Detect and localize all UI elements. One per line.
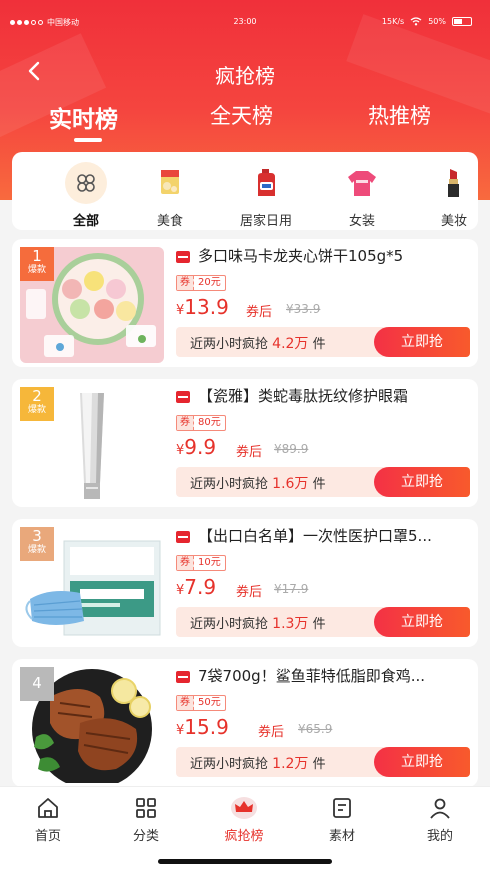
sales-text: 近两小时疯抢 1.6万 件: [190, 476, 326, 492]
tmall-icon: [176, 391, 190, 403]
bottom-nav-label: 素材: [328, 829, 355, 844]
coupon-badge: 券 10元: [176, 555, 226, 571]
product-title[interactable]: 7袋700g！鲨鱼菲特低脂即食鸡...: [198, 665, 468, 686]
sales-bar: 近两小时疯抢 1.3万 件 立即抢: [176, 607, 470, 637]
buy-now-button[interactable]: 立即抢: [374, 327, 470, 357]
battery-icon: [452, 17, 472, 26]
category-label: 居家日用: [239, 214, 292, 229]
category-food[interactable]: 美食: [140, 162, 200, 229]
bottom-nav-label: 分类: [132, 829, 159, 844]
rank-badge: 4: [20, 667, 54, 701]
price: ¥13.9: [176, 295, 229, 319]
bottom-nav: 首页 分类 疯抢榜 素材 我的: [0, 786, 490, 876]
category-beauty[interactable]: 美妆: [424, 162, 484, 229]
original-price: ¥89.9: [274, 442, 309, 456]
lipstick-icon: [433, 162, 475, 204]
category-all[interactable]: 全部: [56, 162, 116, 229]
rank-tabs: 实时榜 全天榜 热推榜: [0, 100, 490, 144]
after-coupon-label: 券后: [258, 725, 285, 740]
wifi-icon: [410, 17, 422, 26]
bottom-nav-label: 首页: [34, 829, 61, 844]
category-women-clothing[interactable]: 女装: [332, 162, 392, 229]
nav-bar: 疯抢榜: [0, 52, 490, 92]
coupon-badge: 券 20元: [176, 275, 226, 291]
category-bar: 全部 美食 居家日用 女装 美妆: [12, 152, 478, 230]
tmall-icon: [176, 251, 190, 263]
home-indicator: [158, 859, 332, 864]
product-card[interactable]: 2 爆款 【瓷雅】类蛇毒肽抚纹修护眼霜 券 80元 ¥9.9 券后 ¥89.9 近…: [12, 379, 478, 507]
after-coupon-label: 券后: [246, 305, 273, 320]
sweater-icon: [341, 162, 383, 204]
rank-badge: 1 爆款: [20, 247, 54, 281]
network-speed: 15K/s: [381, 17, 405, 26]
original-price: ¥17.9: [274, 582, 309, 596]
price: ¥15.9: [176, 715, 229, 739]
bottom-nav-rush[interactable]: 疯抢榜: [214, 795, 274, 844]
price: ¥7.9: [176, 575, 217, 599]
sales-bar: 近两小时疯抢 1.2万 件 立即抢: [176, 747, 470, 777]
product-title[interactable]: 【出口白名单】一次性医护口罩5...: [198, 525, 468, 546]
buy-now-button[interactable]: 立即抢: [374, 607, 470, 637]
product-title[interactable]: 【瓷雅】类蛇毒肽抚纹修护眼霜: [198, 385, 468, 406]
category-label: 美妆: [440, 214, 467, 229]
after-coupon-label: 券后: [236, 445, 263, 460]
tab-all-day[interactable]: 全天榜: [210, 100, 273, 130]
sales-text: 近两小时疯抢 4.2万 件: [190, 336, 326, 352]
grid-icon: [132, 795, 160, 821]
original-price: ¥65.9: [298, 722, 333, 736]
tmall-icon: [176, 531, 190, 543]
user-icon: [426, 795, 454, 821]
product-card[interactable]: 3 爆款 【出口白名单】一次性医护口罩5... 券 10元 ¥7.9 券后 ¥17…: [12, 519, 478, 647]
material-icon: [328, 795, 356, 821]
bottom-nav-category[interactable]: 分类: [116, 795, 176, 844]
bottom-nav-mine[interactable]: 我的: [410, 795, 470, 844]
tab-realtime[interactable]: 实时榜: [49, 100, 118, 134]
product-card[interactable]: 4 7袋700g！鲨鱼菲特低脂即食鸡... 券 50元 ¥15.9 券后 ¥65.…: [12, 659, 478, 787]
page-title: 疯抢榜: [215, 64, 275, 88]
snack-icon: [149, 162, 191, 204]
category-label: 美食: [156, 214, 183, 229]
sales-bar: 近两小时疯抢 4.2万 件 立即抢: [176, 327, 470, 357]
sales-text: 近两小时疯抢 1.3万 件: [190, 616, 326, 632]
battery-percent: 50%: [428, 17, 446, 26]
bottom-nav-label: 疯抢榜: [224, 829, 264, 844]
coupon-badge: 券 50元: [176, 695, 226, 711]
tab-hot-push[interactable]: 热推榜: [368, 100, 431, 130]
sales-bar: 近两小时疯抢 1.6万 件 立即抢: [176, 467, 470, 497]
tmall-icon: [176, 671, 190, 683]
price: ¥9.9: [176, 435, 217, 459]
rank-badge: 3 爆款: [20, 527, 54, 561]
clover-icon: [65, 162, 107, 204]
buy-now-button[interactable]: 立即抢: [374, 467, 470, 497]
detergent-bottle-icon: [245, 162, 287, 204]
product-title[interactable]: 多口味马卡龙夹心饼干105g*5: [198, 245, 468, 266]
tab-indicator: [74, 138, 102, 142]
coupon-badge: 券 80元: [176, 415, 226, 431]
category-label: 全部: [72, 214, 99, 229]
after-coupon-label: 券后: [236, 585, 263, 600]
status-bar: 中国移动 23:00 15K/s 50%: [0, 0, 490, 44]
category-label: 女装: [348, 214, 375, 229]
product-card[interactable]: 1 爆款 多口味马卡龙夹心饼干105g*5 券 20元 ¥13.9 券后 ¥33.…: [12, 239, 478, 367]
buy-now-button[interactable]: 立即抢: [374, 747, 470, 777]
sales-text: 近两小时疯抢 1.2万 件: [190, 756, 326, 772]
bottom-nav-home[interactable]: 首页: [18, 795, 78, 844]
home-icon: [34, 795, 62, 821]
bottom-nav-label: 我的: [426, 829, 453, 844]
rank-badge: 2 爆款: [20, 387, 54, 421]
category-household[interactable]: 居家日用: [236, 162, 296, 229]
crown-icon: [230, 795, 258, 821]
bottom-nav-material[interactable]: 素材: [312, 795, 372, 844]
original-price: ¥33.9: [286, 302, 321, 316]
